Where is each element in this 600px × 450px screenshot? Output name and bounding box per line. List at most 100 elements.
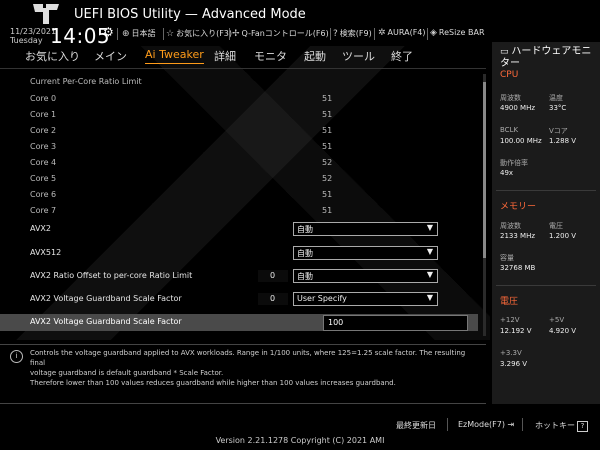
footer-separator [447, 418, 448, 431]
language-button[interactable]: ⊕ 日本語 [122, 28, 156, 39]
chevron-down-icon: ▼ [426, 293, 433, 302]
resize-bar-icon: ◈ [430, 28, 437, 38]
qfan-label: Q-Fanコントロール(F6) [241, 29, 329, 38]
selected-setting-label: AVX2 Voltage Guardband Scale Factor [30, 317, 182, 326]
exit-arrow-icon: ⇥ [504, 420, 515, 429]
tab-main[interactable]: メイン [94, 48, 127, 64]
help-line: Controls the voltage guardband applied t… [30, 349, 466, 367]
info-icon: i [10, 350, 23, 363]
scrollbar-thumb[interactable] [483, 82, 486, 258]
v33-value: 3.296 V [500, 360, 528, 368]
ezmode-button[interactable]: EzMode(F7) ⇥ [458, 420, 514, 429]
hardware-monitor-title: ▭ ハードウェアモニター [500, 46, 596, 70]
tab-exit[interactable]: 終了 [391, 48, 413, 64]
hotkeys-label: ホットキー [535, 421, 575, 430]
tab-favorites[interactable]: お気に入り [25, 48, 80, 64]
monitor-icon: ▭ [500, 47, 512, 57]
help-icon: ? [577, 421, 588, 432]
header-separator [229, 28, 230, 40]
chevron-down-icon: ▼ [426, 223, 433, 232]
core-value: 52 [322, 174, 333, 183]
aura-label: AURA(F4) [387, 28, 426, 37]
tab-monitor[interactable]: モニタ [254, 48, 287, 64]
cpu-freq-label: 周波数 [500, 94, 521, 102]
core-label: Core 1 [30, 110, 57, 119]
chevron-down-icon: ▼ [426, 247, 433, 256]
current-value: 0 [270, 271, 276, 280]
input-value: 100 [328, 318, 344, 327]
dropdown-value: 自動 [297, 225, 313, 234]
search-label: 検索(F9) [339, 29, 372, 38]
setting-label: AVX2 Voltage Guardband Scale Factor [30, 294, 182, 303]
resize-bar-button[interactable]: ◈ ReSize BAR [430, 28, 485, 38]
avx2-dropdown[interactable]: 自動 ▼ [293, 222, 438, 236]
section-title-text: Current Per-Core Ratio Limit [30, 77, 142, 86]
avx2-guardband-dropdown[interactable]: User Specify ▼ [293, 292, 438, 306]
mem-volt-value: 1.200 V [549, 232, 577, 240]
core-label: Core 2 [30, 126, 57, 135]
mem-freq-value: 2133 MHz [500, 232, 536, 240]
hotkeys-button[interactable]: ホットキー? [535, 420, 588, 432]
fan-icon: ✢ [232, 29, 240, 39]
dropdown-value: User Specify [297, 294, 347, 303]
avx512-dropdown[interactable]: 自動 ▼ [293, 246, 438, 260]
search-button[interactable]: ? 検索(F9) [333, 28, 372, 39]
avx2-ratio-offset-dropdown[interactable]: 自動 ▼ [293, 269, 438, 283]
tab-advanced[interactable]: 詳細 [214, 48, 236, 64]
favorites-button[interactable]: ☆ お気に入り(F3) [166, 28, 232, 39]
v33-label: +3.3V [500, 349, 522, 357]
avx2-ratio-offset-current: 0 [258, 270, 288, 282]
mem-cap-value: 32768 MB [500, 264, 536, 272]
clock-settings-gear-icon[interactable]: ⚙ [103, 25, 114, 39]
guardband-scale-factor-input[interactable]: 100 [323, 315, 468, 331]
core-value: 51 [322, 142, 333, 151]
tab-ai-tweaker[interactable]: Ai Tweaker [145, 48, 204, 64]
footer-separator [522, 418, 523, 431]
core-label: Core 4 [30, 158, 57, 167]
mem-cap-label: 容量 [500, 254, 514, 262]
resize-bar-label: ReSize BAR [438, 28, 485, 37]
memory-section-title: メモリー [500, 202, 537, 212]
tab-boot[interactable]: 起動 [304, 48, 326, 64]
core-label: Core 0 [30, 94, 57, 103]
mem-volt-label: 電圧 [549, 222, 563, 230]
core-value: 51 [322, 110, 333, 119]
hw-title-text: ハードウェアモニター [500, 46, 592, 69]
aura-icon: ✲ [378, 28, 386, 38]
header-separator [374, 28, 375, 40]
hw-divider [496, 285, 596, 286]
aura-button[interactable]: ✲ AURA(F4) [378, 28, 426, 38]
v12-value: 12.192 V [500, 327, 532, 335]
core-value: 51 [322, 206, 333, 215]
core-label: Core 7 [30, 206, 57, 215]
hw-divider [496, 190, 596, 191]
vcore-label: Vコア [549, 127, 568, 135]
star-icon: ☆ [166, 29, 175, 39]
app-title: UEFI BIOS Utility — Advanced Mode [74, 7, 306, 22]
help-line: Therefore lower than 100 values reduces … [30, 379, 396, 387]
core-value: 52 [322, 158, 333, 167]
v5-label: +5V [549, 316, 565, 324]
ratio-label: 動作倍率 [500, 159, 528, 167]
dropdown-value: 自動 [297, 272, 313, 281]
bclk-label: BCLK [500, 126, 519, 134]
clock: 14:05 [50, 24, 111, 48]
voltage-section-title: 電圧 [500, 297, 519, 307]
core-label: Core 5 [30, 174, 57, 183]
current-value: 0 [270, 294, 276, 303]
chevron-down-icon: ▼ [426, 270, 433, 279]
tuf-logo [33, 4, 59, 24]
language-label: 日本語 [131, 29, 156, 38]
ratio-value: 49x [500, 169, 514, 177]
qfan-button[interactable]: ✢ Q-Fanコントロール(F6) [232, 28, 329, 39]
tab-tool[interactable]: ツール [342, 48, 375, 64]
v12-label: +12V [500, 316, 520, 324]
core-label: Core 3 [30, 142, 57, 151]
last-modified-button[interactable]: 最終更新日 [396, 420, 436, 431]
vcore-value: 1.288 V [549, 137, 577, 145]
cpu-freq-value: 4900 MHz [500, 104, 536, 112]
mem-freq-label: 周波数 [500, 222, 521, 230]
favorites-label: お気に入り(F3) [176, 29, 233, 38]
globe-icon: ⊕ [122, 29, 130, 39]
setting-label: AVX512 [30, 248, 62, 257]
